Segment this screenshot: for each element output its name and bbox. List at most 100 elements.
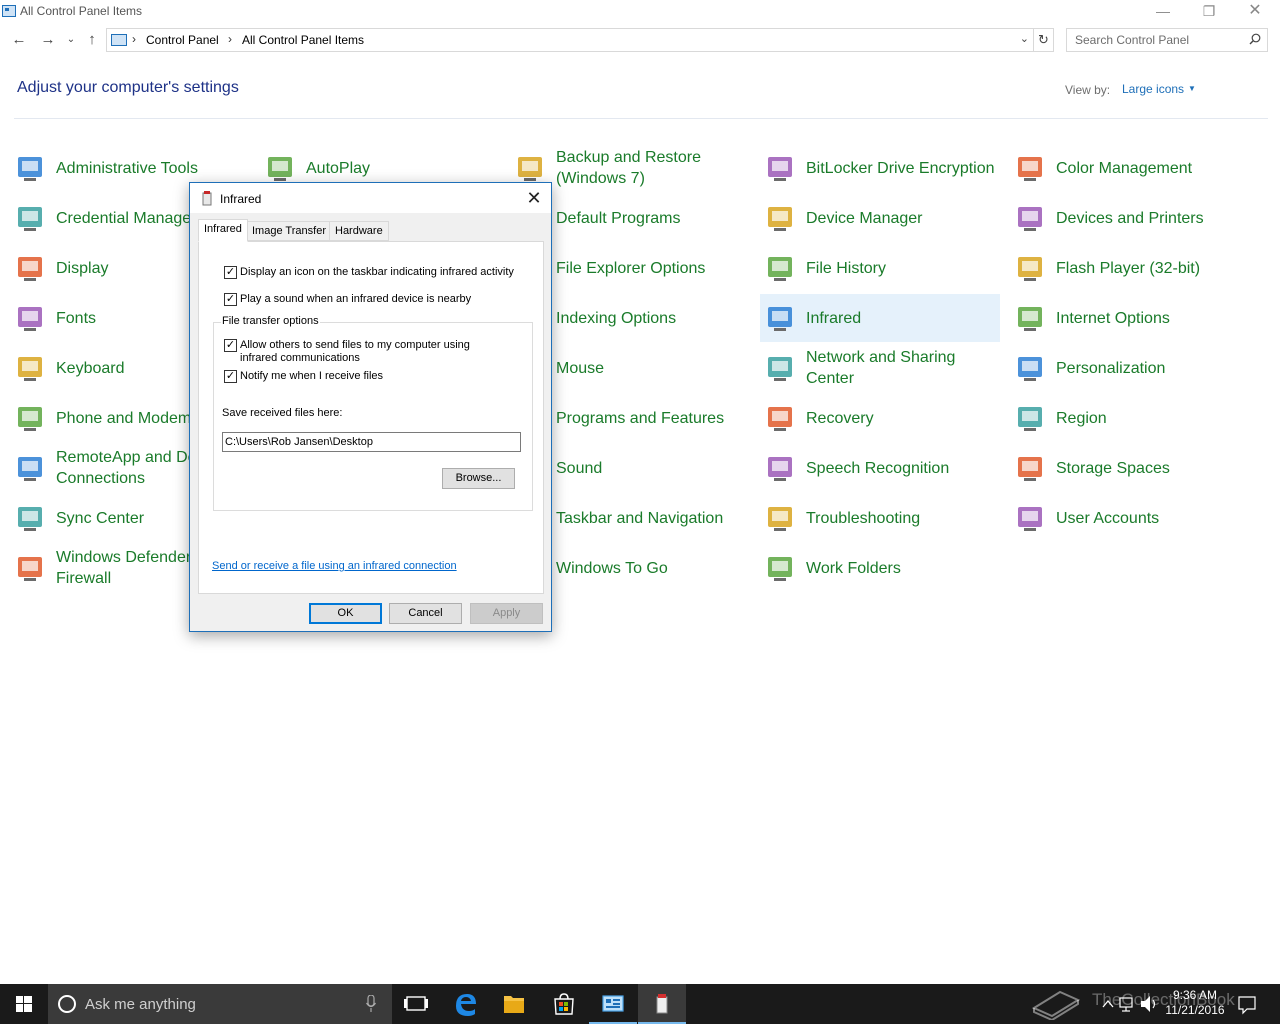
item-infrared[interactable]: Infrared	[760, 294, 1000, 342]
task-view-icon[interactable]	[392, 984, 440, 1024]
recovery-icon	[768, 407, 792, 431]
cancel-button[interactable]: Cancel	[389, 603, 462, 624]
item-label[interactable]: Network and Sharing Center	[806, 344, 996, 392]
cortana-placeholder[interactable]: Ask me anything	[85, 996, 196, 1013]
infrared-taskbar-icon[interactable]	[638, 984, 686, 1024]
dialog-close-button[interactable]: ✕	[520, 186, 548, 210]
breadcrumb-separator[interactable]: ›	[228, 32, 232, 46]
action-center-icon[interactable]	[1236, 984, 1258, 1024]
item-label[interactable]: Device Manager	[806, 194, 996, 242]
microphone-icon[interactable]	[366, 995, 376, 1013]
item-label[interactable]: Devices and Printers	[1056, 194, 1246, 242]
item-region[interactable]: Region	[1010, 394, 1250, 442]
item-label[interactable]: BitLocker Drive Encryption	[806, 144, 996, 192]
tab-infrared[interactable]: Infrared	[198, 219, 248, 242]
item-speech-recognition[interactable]: Speech Recognition	[760, 444, 1000, 492]
play-sound-checkbox[interactable]: ✓	[224, 293, 237, 306]
chevron-down-icon[interactable]: ▼	[1188, 84, 1196, 93]
item-label[interactable]: Internet Options	[1056, 294, 1246, 342]
search-box[interactable]	[1066, 28, 1268, 52]
item-label[interactable]: Region	[1056, 394, 1246, 442]
breadcrumb-all-items[interactable]: All Control Panel Items	[242, 33, 364, 47]
item-storage-spaces[interactable]: Storage Spaces	[1010, 444, 1250, 492]
watermark-book-logo	[1031, 990, 1081, 1020]
item-label[interactable]: Backup and Restore (Windows 7)	[556, 144, 746, 192]
save-path-field[interactable]	[222, 432, 521, 452]
item-label[interactable]: Flash Player (32-bit)	[1056, 244, 1246, 292]
tab-hardware[interactable]: Hardware	[329, 221, 389, 241]
forward-button[interactable]: →	[37, 29, 59, 51]
item-label[interactable]: Default Programs	[556, 194, 746, 242]
notify-checkbox[interactable]: ✓	[224, 370, 237, 383]
item-label[interactable]: File Explorer Options	[556, 244, 746, 292]
clock-date[interactable]: 11/21/2016	[1160, 1003, 1230, 1018]
breadcrumb-control-panel[interactable]: Control Panel	[146, 33, 219, 47]
address-bar[interactable]: › Control Panel › All Control Panel Item…	[106, 28, 1034, 52]
cortana-search-box[interactable]: Ask me anything	[48, 984, 392, 1024]
windows-start-icon[interactable]	[0, 984, 48, 1024]
item-personalization[interactable]: Personalization	[1010, 344, 1250, 392]
item-file-history[interactable]: File History	[760, 244, 1000, 292]
apply-button[interactable]: Apply	[470, 603, 543, 624]
search-input[interactable]	[1073, 32, 1243, 48]
item-label[interactable]: Troubleshooting	[806, 494, 996, 542]
taskbar-clock[interactable]: 9:36 AM 11/21/2016	[1160, 988, 1230, 1018]
search-icon[interactable]	[1249, 33, 1261, 45]
restore-button[interactable]: ❐	[1186, 0, 1232, 24]
store-icon[interactable]	[540, 984, 588, 1024]
volume-icon[interactable]	[1138, 984, 1160, 1024]
item-label[interactable]: Taskbar and Navigation	[556, 494, 746, 542]
tab-image-transfer[interactable]: Image Transfer	[246, 221, 332, 241]
close-button[interactable]: ✕	[1232, 0, 1278, 24]
item-label[interactable]: Mouse	[556, 344, 746, 392]
file-explorer-icon[interactable]	[490, 984, 538, 1024]
allow-send-checkbox[interactable]: ✓	[224, 339, 237, 352]
item-label[interactable]: Recovery	[806, 394, 996, 442]
refresh-button[interactable]: ↻	[1034, 28, 1054, 52]
item-label[interactable]: Windows To Go	[556, 544, 746, 592]
item-label[interactable]: Speech Recognition	[806, 444, 996, 492]
minimize-button[interactable]: —	[1140, 0, 1186, 24]
item-network-sharing[interactable]: Network and Sharing Center	[760, 344, 1000, 392]
cortana-icon[interactable]	[58, 995, 76, 1013]
view-by-value[interactable]: Large icons	[1122, 82, 1184, 96]
item-label[interactable]: Storage Spaces	[1056, 444, 1246, 492]
item-bitlocker[interactable]: BitLocker Drive Encryption	[760, 144, 1000, 192]
allow-send-label: Allow others to send files to my compute…	[240, 339, 470, 364]
item-label[interactable]: Work Folders	[806, 544, 996, 592]
show-hidden-icons-icon[interactable]	[1098, 984, 1118, 1024]
control-panel-taskbar-icon[interactable]	[589, 984, 637, 1024]
autoplay-icon	[268, 157, 292, 181]
network-icon[interactable]	[1116, 984, 1138, 1024]
item-label[interactable]: Programs and Features	[556, 394, 746, 442]
item-internet-options[interactable]: Internet Options	[1010, 294, 1250, 342]
item-label[interactable]: Sound	[556, 444, 746, 492]
item-label[interactable]: File History	[806, 244, 996, 292]
item-devices-printers[interactable]: Devices and Printers	[1010, 194, 1250, 242]
recent-locations-button[interactable]: ⌄	[62, 29, 80, 51]
clock-time[interactable]: 9:36 AM	[1160, 988, 1230, 1003]
item-work-folders[interactable]: Work Folders	[760, 544, 1000, 592]
address-dropdown-icon[interactable]: ⌄	[1020, 32, 1029, 45]
ok-button[interactable]: OK	[309, 603, 382, 624]
taskbar-icon-label: Display an icon on the taskbar indicatin…	[240, 266, 514, 278]
item-label[interactable]: Color Management	[1056, 144, 1246, 192]
item-flash-player[interactable]: Flash Player (32-bit)	[1010, 244, 1250, 292]
item-label[interactable]: Indexing Options	[556, 294, 746, 342]
send-receive-link[interactable]: Send or receive a file using an infrared…	[212, 560, 457, 572]
back-button[interactable]: ←	[8, 29, 30, 51]
item-user-accounts[interactable]: User Accounts	[1010, 494, 1250, 542]
item-label[interactable]: User Accounts	[1056, 494, 1246, 542]
item-color-management[interactable]: Color Management	[1010, 144, 1250, 192]
up-button[interactable]: ↑	[81, 29, 103, 51]
browse-button[interactable]: Browse...	[442, 468, 515, 489]
taskbar-icon-checkbox[interactable]: ✓	[224, 266, 237, 279]
item-recovery[interactable]: Recovery	[760, 394, 1000, 442]
item-label[interactable]: Infrared	[806, 294, 996, 342]
view-by-dropdown[interactable]: Large icons ▼	[1122, 82, 1196, 96]
item-label[interactable]: Personalization	[1056, 344, 1246, 392]
breadcrumb-separator[interactable]: ›	[132, 32, 136, 46]
edge-browser-icon[interactable]	[442, 984, 490, 1024]
item-device-manager[interactable]: Device Manager	[760, 194, 1000, 242]
item-troubleshooting[interactable]: Troubleshooting	[760, 494, 1000, 542]
